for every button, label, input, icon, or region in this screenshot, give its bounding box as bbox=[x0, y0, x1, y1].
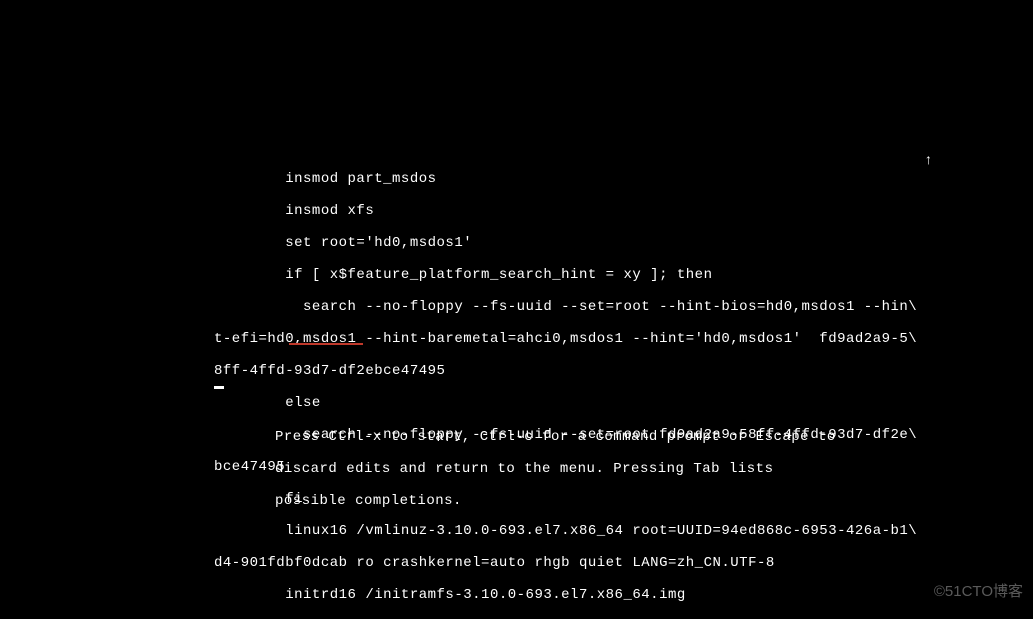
grub-editor-content[interactable]: insmod part_msdos insmod xfs set root='h… bbox=[214, 155, 917, 619]
grub-line: d4-901fdbf0dcab ro crashkernel=auto rhgb… bbox=[214, 555, 917, 571]
grub-line: 8ff-4ffd-93d7-df2ebce47495 bbox=[214, 363, 917, 379]
grub-line-linux16: linux16 /vmlinuz-3.10.0-693.el7.x86_64 r… bbox=[214, 523, 917, 539]
watermark-text: ©51CTO博客 bbox=[934, 580, 1023, 601]
grub-line: search --no-floppy --fs-uuid --set=root … bbox=[214, 299, 917, 315]
help-line: Press Ctrl-x to start, Ctrl-c for a comm… bbox=[275, 429, 836, 445]
grub-line: insmod part_msdos bbox=[214, 171, 917, 187]
help-line: possible completions. bbox=[275, 493, 836, 509]
highlight-underline bbox=[289, 343, 363, 345]
grub-line: set root='hd0,msdos1' bbox=[214, 235, 917, 251]
grub-line: if [ x$feature_platform_search_hint = xy… bbox=[214, 267, 917, 283]
help-line: discard edits and return to the menu. Pr… bbox=[275, 461, 836, 477]
scroll-up-indicator: ↑ bbox=[924, 153, 933, 169]
grub-help-text: Press Ctrl-x to start, Ctrl-c for a comm… bbox=[275, 413, 836, 525]
grub-line: else bbox=[214, 395, 917, 411]
text-cursor bbox=[214, 386, 224, 389]
grub-line: initrd16 /initramfs-3.10.0-693.el7.x86_6… bbox=[214, 587, 917, 603]
grub-line: insmod xfs bbox=[214, 203, 917, 219]
